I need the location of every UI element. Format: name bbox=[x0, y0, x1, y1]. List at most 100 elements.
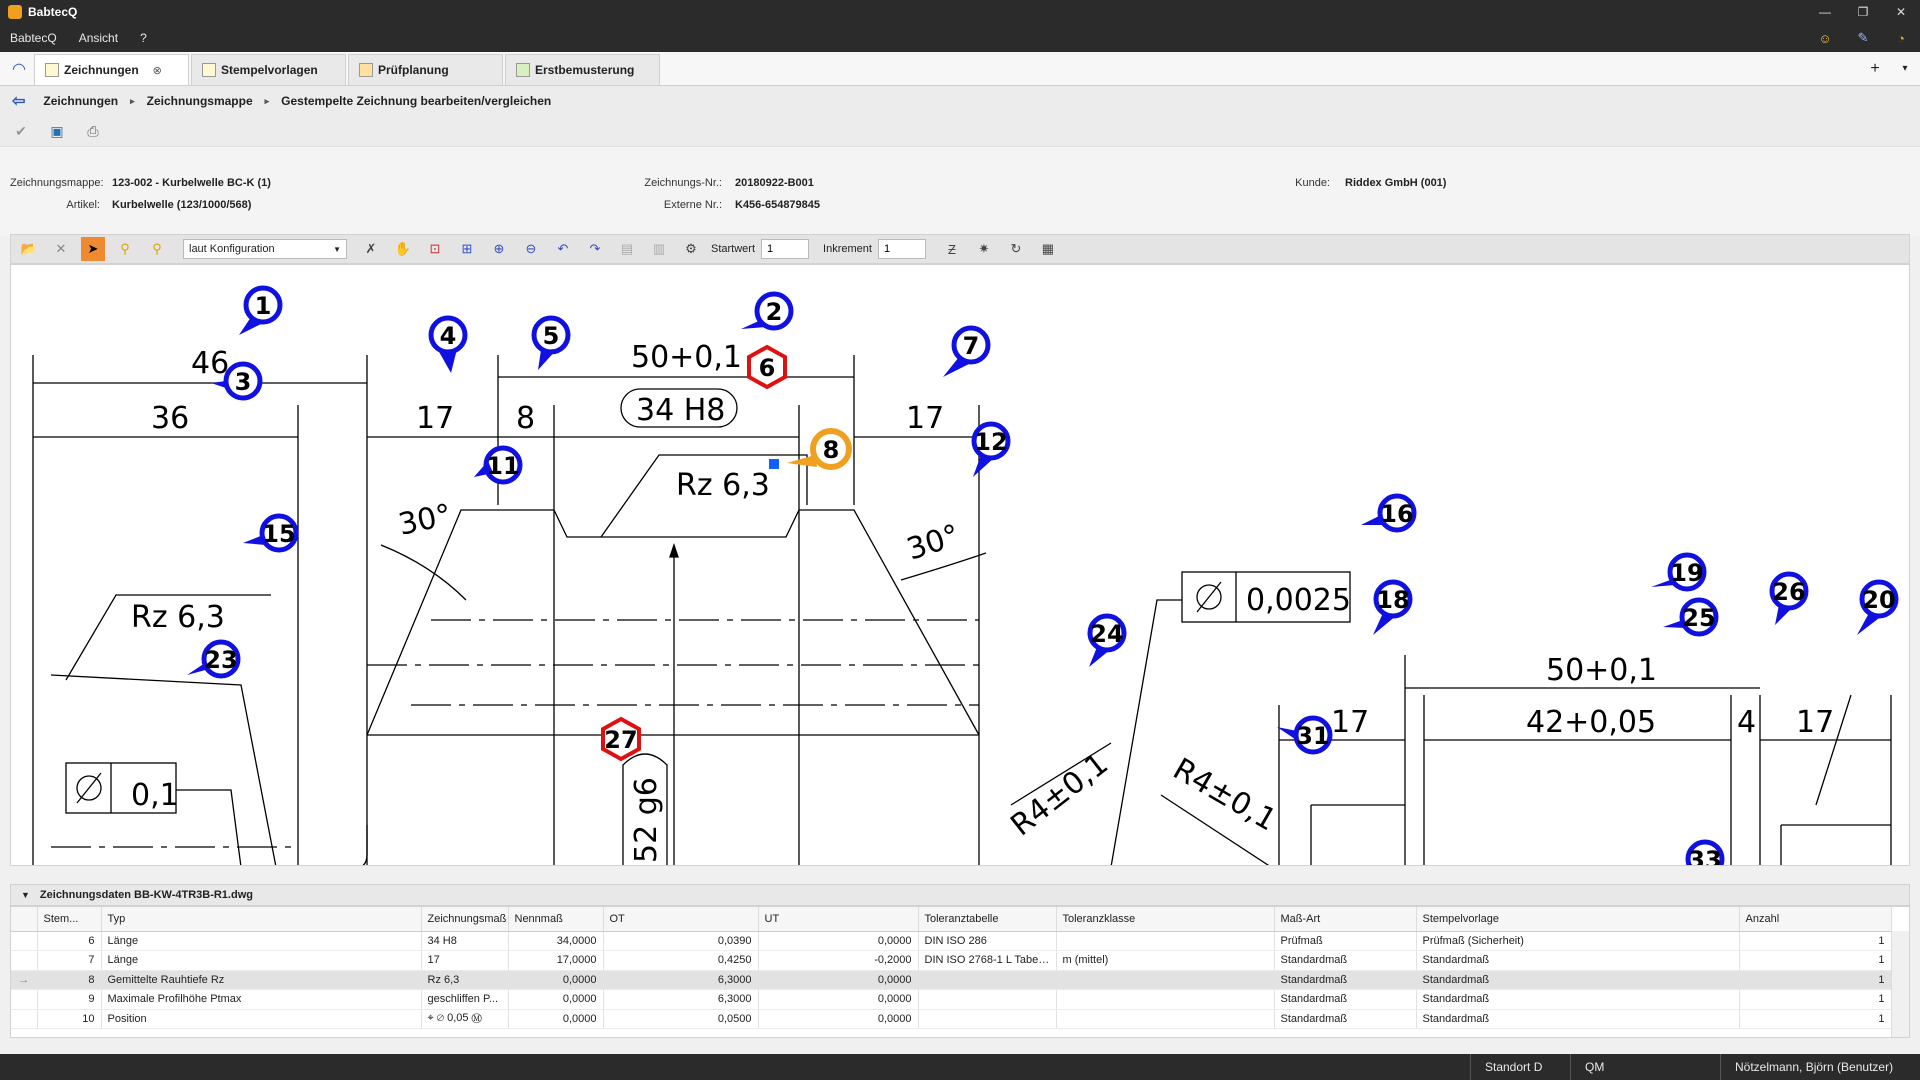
inkrement-input[interactable] bbox=[877, 239, 926, 259]
stamp-16[interactable]: 16 bbox=[1361, 493, 1417, 533]
stamp-15[interactable]: 15 bbox=[243, 513, 299, 553]
column-header[interactable]: Zeichnungsmaß bbox=[421, 907, 509, 932]
status-standort[interactable]: Standort D bbox=[1470, 1054, 1570, 1080]
column-header[interactable]: Nennmaß bbox=[508, 907, 604, 932]
dim-36[interactable]: 36 bbox=[151, 401, 189, 436]
dim-30-right[interactable]: 30° bbox=[903, 518, 964, 568]
rotate-right-icon[interactable]: ↷ bbox=[583, 237, 607, 261]
dim-52g6[interactable]: 52 g6 bbox=[629, 777, 664, 863]
zoom-out-icon[interactable]: ⊖ bbox=[519, 237, 543, 261]
table-row-selected[interactable]: → 8 Gemittelte Rauhtiefe Rz Rz 6,3 0,000… bbox=[11, 970, 1892, 990]
column-header[interactable]: Maß-Art bbox=[1274, 907, 1417, 932]
stamp-2[interactable]: 2 bbox=[741, 291, 794, 331]
zoom-in-icon[interactable]: ⊕ bbox=[487, 237, 511, 261]
add-tab-icon[interactable]: + bbox=[1860, 52, 1890, 85]
stamp-11[interactable]: 11 bbox=[474, 445, 523, 485]
zoom-fit-icon[interactable]: ⊞ bbox=[455, 237, 479, 261]
compare-icon[interactable]: ▤ bbox=[615, 237, 639, 261]
tab-zeichnungen[interactable]: Zeichnungen ⊗ bbox=[34, 54, 189, 85]
column-header[interactable]: Typ bbox=[101, 907, 422, 932]
column-header[interactable]: UT bbox=[758, 907, 919, 932]
layers-icon[interactable]: ▥ bbox=[647, 237, 671, 261]
table-row[interactable]: 10 Position ⌖ ⌀ 0,05 Ⓜ 0,0000 0,0500 0,0… bbox=[11, 1009, 1892, 1029]
menu-ansicht[interactable]: Ansicht bbox=[79, 31, 118, 45]
breadcrumb-item[interactable]: Zeichnungen bbox=[43, 94, 118, 108]
table-row[interactable]: 9 Maximale Profilhöhe Ptmax geschliffen … bbox=[11, 989, 1892, 1010]
dim-50[interactable]: 50+0,1 bbox=[631, 340, 742, 375]
open-folder-icon[interactable]: 📂 bbox=[17, 237, 41, 261]
users-icon[interactable]: ☺ bbox=[1816, 29, 1834, 47]
column-header[interactable]: Stem... bbox=[37, 907, 102, 932]
dim-50-right[interactable]: 50+0,1 bbox=[1546, 653, 1657, 688]
column-header[interactable]: OT bbox=[603, 907, 759, 932]
dim-17d[interactable]: 17 bbox=[1796, 705, 1834, 740]
minimize-icon[interactable]: — bbox=[1806, 0, 1844, 24]
tab-stempelvorlagen[interactable]: Stempelvorlagen bbox=[191, 54, 346, 85]
menu-help[interactable]: ? bbox=[140, 31, 147, 45]
technical-drawing[interactable]: 46 36 17 8 50+0,1 34 H8 17 Rz 6,3 30° 30… bbox=[11, 265, 1910, 866]
close-icon[interactable]: ✕ bbox=[1882, 0, 1920, 24]
stamp-18[interactable]: 18 bbox=[1373, 579, 1413, 635]
export-icon[interactable]: ▣ bbox=[48, 122, 66, 140]
breadcrumb-item[interactable]: Zeichnungsmappe bbox=[147, 94, 253, 108]
restore-icon[interactable]: ❐ bbox=[1844, 0, 1882, 24]
close-icon[interactable]: ✕ bbox=[49, 237, 73, 261]
table-row[interactable]: 6 Länge 34 H8 34,0000 0,0390 0,0000 DIN … bbox=[11, 931, 1892, 951]
tab-close-icon[interactable]: ⊗ bbox=[153, 64, 162, 77]
column-header[interactable]: Toleranzklasse bbox=[1056, 907, 1275, 932]
dim-17b[interactable]: 17 bbox=[906, 401, 944, 436]
panel-header[interactable]: ▼ Zeichnungsdaten BB-KW-4TR3B-R1.dwg bbox=[10, 884, 1910, 906]
tab-pruefplanung[interactable]: Prüfplanung bbox=[348, 54, 503, 85]
dim-r4-right[interactable]: R4±0,1 bbox=[1167, 752, 1282, 839]
stamp-33[interactable]: 33 bbox=[1685, 839, 1725, 866]
babtec-logo-icon[interactable]: ◔ bbox=[1892, 29, 1910, 47]
home-icon[interactable]: ◠ bbox=[4, 52, 34, 85]
stamp-31[interactable]: 31 bbox=[1277, 715, 1333, 755]
renumber-icon[interactable]: Ƶ bbox=[940, 237, 964, 261]
pan-hand-icon[interactable]: ✋ bbox=[391, 237, 415, 261]
dim-42[interactable]: 42+0,05 bbox=[1526, 705, 1656, 740]
stamp-4[interactable]: 4 bbox=[428, 315, 468, 373]
gdt-0-0025[interactable]: 0,0025 bbox=[1246, 583, 1351, 618]
selection-handle[interactable] bbox=[769, 459, 779, 469]
auto-stamp-icon[interactable]: ✷ bbox=[972, 237, 996, 261]
table-row[interactable]: 7 Länge 17 17,0000 0,4250 -0,2000 DIN IS… bbox=[11, 950, 1892, 971]
stamp-1[interactable]: 1 bbox=[239, 285, 283, 335]
column-header[interactable]: Toleranztabelle bbox=[918, 907, 1057, 932]
stamp-23[interactable]: 23 bbox=[187, 639, 241, 679]
back-arrow-icon[interactable]: ⇦ bbox=[12, 91, 25, 111]
stamp-26[interactable]: 26 bbox=[1769, 571, 1809, 625]
edit-profile-icon[interactable]: ✎ bbox=[1854, 29, 1872, 47]
drawing-canvas[interactable]: 46 36 17 8 50+0,1 34 H8 17 Rz 6,3 30° 30… bbox=[10, 264, 1910, 866]
dim-8[interactable]: 8 bbox=[516, 401, 535, 436]
stamp-24[interactable]: 24 bbox=[1087, 613, 1127, 667]
menu-babtecq[interactable]: BabtecQ bbox=[10, 31, 57, 45]
print-icon[interactable]: ⎙ bbox=[84, 122, 102, 140]
remove-stamp-icon[interactable]: ✗ bbox=[359, 237, 383, 261]
dim-r4-left[interactable]: R4±0,1 bbox=[1004, 746, 1114, 843]
column-header[interactable]: Anzahl bbox=[1739, 907, 1892, 932]
refresh-icon[interactable]: ↻ bbox=[1004, 237, 1028, 261]
chevron-down-icon[interactable]: ▼ bbox=[21, 890, 30, 900]
settings-gear-icon[interactable]: ⚙ bbox=[679, 237, 703, 261]
startwert-input[interactable] bbox=[761, 239, 810, 259]
stamp-pin-icon[interactable]: ⚲ bbox=[113, 237, 137, 261]
tab-list-chevron-icon[interactable]: ▾ bbox=[1890, 52, 1920, 85]
stamp-25[interactable]: 25 bbox=[1663, 597, 1719, 637]
checkmark-icon[interactable]: ✔ bbox=[12, 122, 30, 140]
dim-46[interactable]: 46 bbox=[191, 346, 229, 381]
stamp-multi-icon[interactable]: ⚲ bbox=[145, 237, 169, 261]
stamp-6[interactable]: 6 bbox=[747, 344, 787, 390]
dim-4[interactable]: 4 bbox=[1737, 705, 1756, 740]
select-pointer-icon[interactable]: ➤ bbox=[81, 237, 105, 261]
stamp-19[interactable]: 19 bbox=[1651, 552, 1707, 592]
stamp-27[interactable]: 27 bbox=[601, 716, 641, 762]
stamp-5[interactable]: 5 bbox=[531, 315, 571, 370]
table-settings-icon[interactable]: ▦ bbox=[1036, 237, 1060, 261]
stamp-20[interactable]: 20 bbox=[1857, 579, 1899, 635]
dim-17c[interactable]: 17 bbox=[1331, 705, 1369, 740]
stamp-7[interactable]: 7 bbox=[943, 325, 991, 377]
grid-scrollbar[interactable] bbox=[1891, 931, 1909, 1037]
zoom-window-icon[interactable]: ⊡ bbox=[423, 237, 447, 261]
status-modul[interactable]: QM bbox=[1570, 1054, 1720, 1080]
